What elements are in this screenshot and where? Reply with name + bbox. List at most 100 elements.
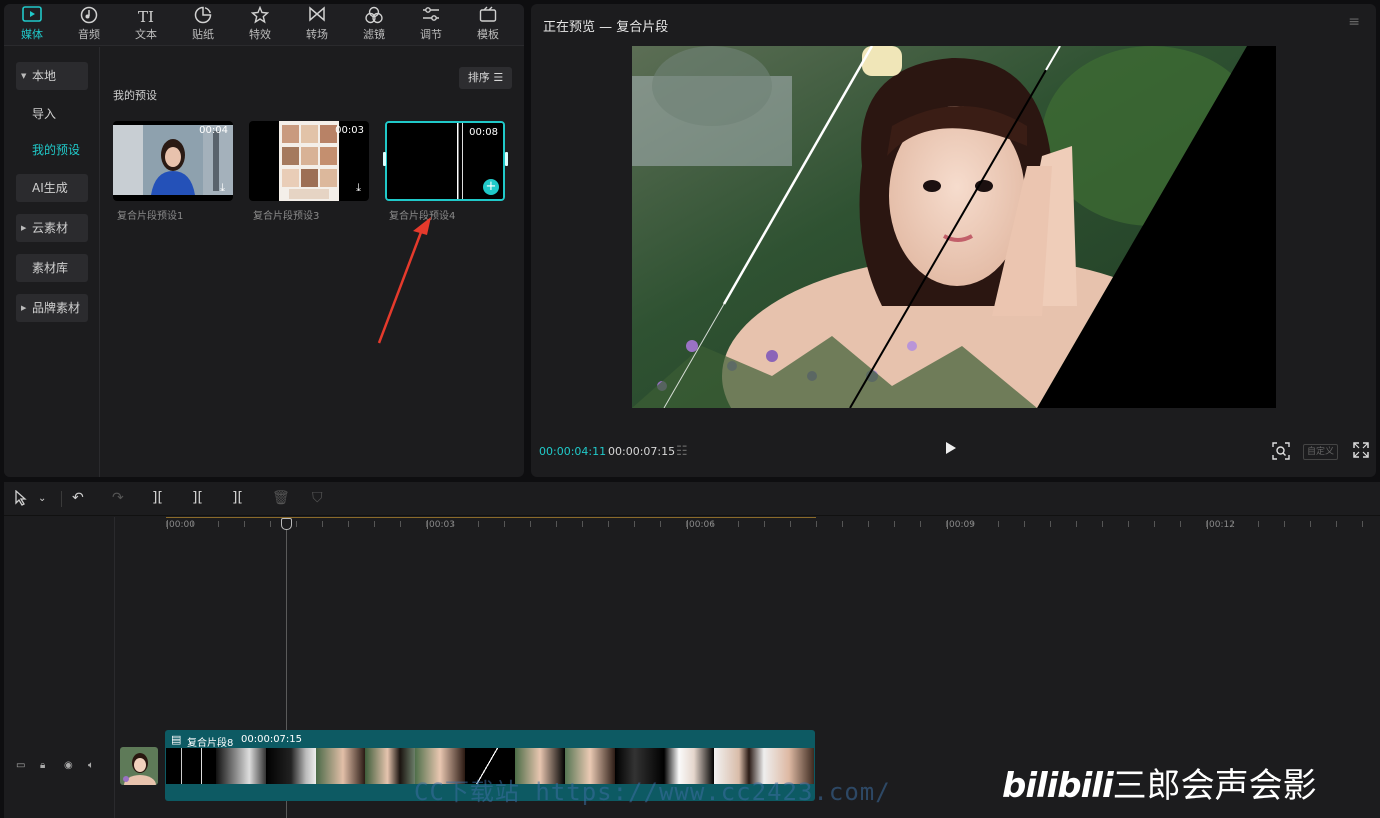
ruler-tick [296,521,297,527]
ruler-tick [1154,521,1155,527]
ruler-tick [816,521,817,527]
track-header [4,517,115,818]
ruler-tick [1102,521,1103,527]
caret-right-icon: ▶ [21,224,27,232]
ruler-tick [1206,521,1207,527]
filter-icon [348,6,400,28]
custom-ratio-button[interactable]: 自定义 [1303,444,1338,460]
section-title: 我的预设 [113,89,157,102]
preset-label-1: 复合片段预设1 [117,211,184,222]
preset-card-2[interactable]: 00:03 ⤓ [249,121,369,201]
track-video-icon[interactable]: ▭ [16,760,25,771]
track-cover-thumbnail[interactable] [120,747,158,785]
sidebar-item-brand[interactable]: ▶ 品牌素材 [16,294,88,322]
ruler-tick [478,521,479,527]
grid-icon[interactable]: ☷ [676,444,688,459]
menu-icon[interactable]: ≡ [1348,14,1360,30]
current-time: 00:00:04:11 [539,445,607,458]
fullscreen-icon[interactable] [1353,442,1369,462]
preset-card-1[interactable]: 00:04 ⤓ [113,121,233,201]
tab-sticker[interactable]: 贴纸 [177,6,229,46]
redo-icon[interactable]: ↷ [112,490,124,506]
bilibili-logo: bilibili [1002,766,1114,806]
tab-transition[interactable]: 转场 [291,6,343,46]
ruler-tick [738,521,739,527]
preview-viewport[interactable] [632,46,1276,408]
ruler-tick [192,521,193,527]
card-handle-left [383,152,386,166]
ruler-tick [400,521,401,527]
ruler-tick [1128,521,1129,527]
card-handle-right [505,152,508,166]
split-icon[interactable]: ][ [152,490,163,506]
preview-frame [632,46,1247,408]
ruler-tick [712,521,713,527]
ruler-tick [270,521,271,527]
tab-filter[interactable]: 滤镜 [348,6,400,46]
screenshot-icon[interactable] [1272,442,1290,464]
delete-icon[interactable]: 🗑 [272,490,290,506]
trim-left-icon[interactable]: ][ [192,490,203,506]
tab-media[interactable]: 媒体 [6,6,58,46]
media-content: 排序 ☰ 我的预设 00:04 ⤓ 复合片段预设1 00:03 ⤓ 复合片段预设… [101,47,524,477]
tab-adjust[interactable]: 调节 [405,6,457,46]
shield-icon[interactable]: ⛉ [312,490,323,506]
chevron-down-icon[interactable]: ⌄ [38,493,46,504]
trim-right-icon[interactable]: ][ [232,490,243,506]
clip-frame [166,748,216,784]
ruler-tick [608,521,609,527]
select-tool-icon[interactable] [14,489,28,510]
ruler-tick [842,521,843,527]
sidebar-item-my-presets[interactable]: 我的预设 [16,136,88,164]
ruler-tick [894,521,895,527]
audio-icon [63,6,115,28]
text-icon: TI [138,8,154,26]
tab-text[interactable]: TI 文本 [120,6,172,46]
transition-icon [291,6,343,28]
compound-clip-icon: ▤ [171,733,182,746]
ruler-tick [660,521,661,527]
ruler-tick [244,521,245,527]
volume-icon[interactable]: 🔈︎ [88,760,94,771]
sidebar-item-ai-gen[interactable]: AI生成 [16,174,88,202]
ruler-tick [1232,521,1233,527]
lock-icon[interactable]: 🔒︎ [40,760,45,771]
brand-overlay: bilibili三郎会声会影 [1002,758,1317,807]
download-icon[interactable]: ⤓ [356,181,361,195]
tab-template[interactable]: 模板 [462,6,514,46]
timeline-ruler[interactable]: |00:00 |00:03 |00:06 |00:09 |00:12 [116,517,1380,539]
sidebar-item-library[interactable]: 素材库 [16,254,88,282]
ruler-tick [452,521,453,527]
sort-icon: ☰ [493,71,504,84]
toolbar-divider [61,491,62,507]
playhead-handle[interactable] [281,518,292,530]
undo-icon[interactable]: ↶ [72,490,84,506]
timeline-panel: ⌄ ↶ ↷ ][ ][ ][ 🗑 ⛉ |00:00 |00:03 |00:06 … [4,482,1380,818]
sidebar-item-local[interactable]: ▼ 本地 [16,62,88,90]
sidebar-item-import[interactable]: 导入 [16,100,88,128]
tab-audio[interactable]: 音频 [63,6,115,46]
play-icon [946,442,956,454]
sticker-icon [177,6,229,28]
tab-effects[interactable]: 特效 [234,5,286,46]
total-time: 00:00:07:15 [608,445,676,458]
ruler-tick [426,521,427,527]
ruler-tick [634,521,635,527]
download-icon[interactable]: ⤓ [220,181,225,195]
visibility-icon[interactable]: ◉ [64,760,73,771]
media-panel: 媒体 音频 TI 文本 贴纸 特效 转场 滤镜 调节 模板 ▼ 本地 导入 我的… [4,4,524,477]
ruler-tick [998,521,999,527]
play-button[interactable] [945,441,957,459]
sort-button[interactable]: 排序 ☰ [459,67,512,89]
ruler-tick [868,521,869,527]
clip-frame [315,748,366,784]
ruler-tick [1310,521,1311,527]
caret-down-icon: ▼ [21,72,27,80]
preset-label-2: 复合片段预设3 [253,211,320,222]
preset-card-3[interactable]: 00:08 + [385,121,505,201]
clip-name: 复合片段8 [187,738,234,749]
add-icon[interactable]: + [483,179,499,195]
sidebar-item-cloud[interactable]: ▶ 云素材 [16,214,88,242]
ruler-tick [1180,521,1181,527]
effects-icon [234,5,286,28]
